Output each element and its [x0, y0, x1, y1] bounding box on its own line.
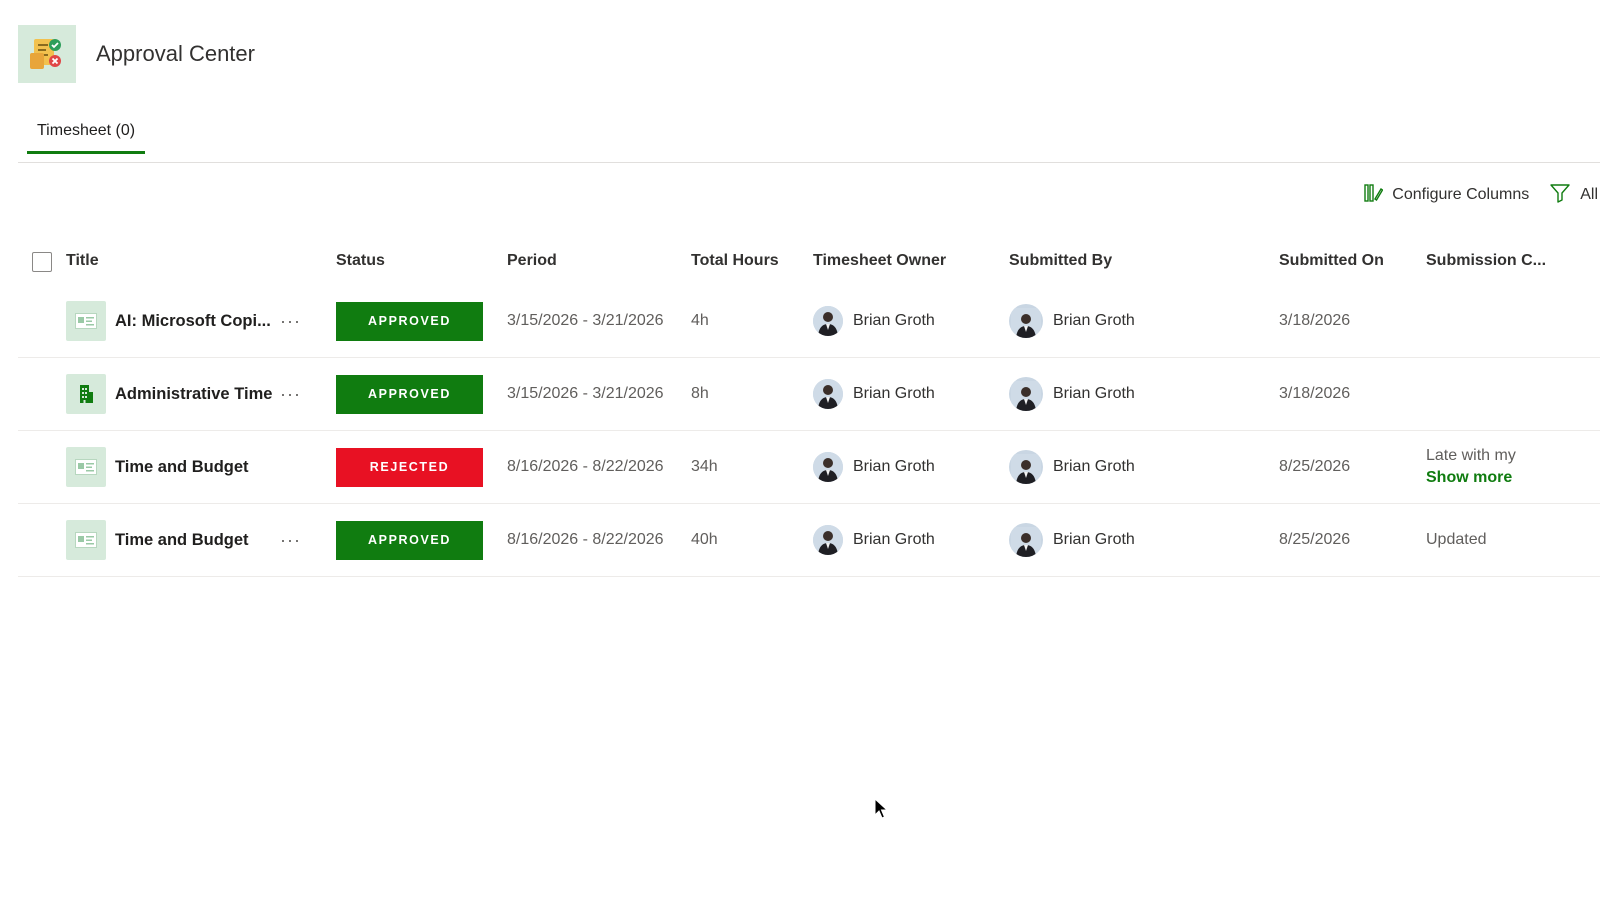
status-cell: APPROVED	[336, 358, 483, 430]
tab-divider	[18, 162, 1600, 163]
timesheet-grid: Title Status Period Total Hours Timeshee…	[18, 240, 1600, 577]
avatar	[813, 379, 843, 409]
total-hours-cell: 4h	[691, 312, 709, 329]
submitter-name: Brian Groth	[1053, 385, 1135, 402]
submitted-on-cell: 3/18/2026	[1279, 385, 1351, 402]
owner-name: Brian Groth	[853, 531, 935, 548]
column-header-submitted-on[interactable]: Submitted On	[1279, 252, 1384, 270]
table-row[interactable]: Time and Budget ··· APPROVED 8/16/2026 -…	[18, 504, 1600, 577]
submission-comment: Updated	[1426, 531, 1487, 548]
status-badge: REJECTED	[336, 447, 483, 487]
title-cell[interactable]: AI: Microsoft Copi...	[66, 285, 271, 357]
submitted-by-cell: Brian Groth	[1009, 358, 1135, 430]
row-title[interactable]: Time and Budget	[115, 458, 249, 477]
avatar	[1009, 523, 1043, 557]
timesheet-doc-icon	[66, 301, 106, 341]
submission-comment-cell: Updated	[1426, 504, 1487, 576]
status-badge: APPROVED	[336, 520, 483, 560]
timesheet-owner-cell: Brian Groth	[813, 504, 935, 576]
total-hours-cell: 34h	[691, 458, 718, 475]
status-badge: APPROVED	[336, 374, 483, 414]
period-cell: 8/16/2026 - 8/22/2026	[507, 531, 664, 548]
column-header-status[interactable]: Status	[336, 252, 385, 270]
tab-bar: Timesheet (0)	[27, 112, 146, 154]
owner-name: Brian Groth	[853, 385, 935, 402]
more-options-button[interactable]: ···	[280, 358, 301, 430]
avatar	[813, 306, 843, 336]
column-header-submitted-by[interactable]: Submitted By	[1009, 252, 1112, 270]
submission-comment-cell: Late with my Show more	[1426, 431, 1516, 503]
table-row[interactable]: Administrative Time ··· APPROVED 3/15/20…	[18, 358, 1600, 431]
more-options-button[interactable]: ···	[280, 285, 301, 357]
owner-name: Brian Groth	[853, 458, 935, 475]
period-cell: 3/15/2026 - 3/21/2026	[507, 385, 664, 402]
status-cell: APPROVED	[336, 504, 483, 576]
page-title: Approval Center	[96, 41, 255, 66]
column-header-period[interactable]: Period	[507, 252, 557, 270]
title-cell[interactable]: Time and Budget	[66, 504, 249, 576]
submitter-name: Brian Groth	[1053, 531, 1135, 548]
title-cell[interactable]: Administrative Time	[66, 358, 272, 430]
mouse-cursor	[874, 797, 889, 825]
total-hours-cell: 8h	[691, 385, 709, 402]
avatar	[813, 452, 843, 482]
avatar	[1009, 304, 1043, 338]
select-all-checkbox[interactable]	[32, 252, 52, 272]
status-cell: APPROVED	[336, 285, 483, 357]
more-options-button[interactable]: ···	[280, 504, 301, 576]
submitter-name: Brian Groth	[1053, 458, 1135, 475]
row-title[interactable]: Time and Budget	[115, 531, 249, 550]
show-more-link[interactable]: Show more	[1426, 469, 1512, 487]
building-icon	[66, 374, 106, 414]
grid-header: Title Status Period Total Hours Timeshee…	[18, 240, 1600, 284]
row-title[interactable]: Administrative Time	[115, 385, 272, 404]
period-cell: 3/15/2026 - 3/21/2026	[507, 312, 664, 329]
approval-center-icon	[18, 25, 76, 83]
submitted-by-cell: Brian Groth	[1009, 431, 1135, 503]
submitted-by-cell: Brian Groth	[1009, 285, 1135, 357]
total-hours-cell: 40h	[691, 531, 718, 548]
configure-columns-icon	[1363, 183, 1392, 208]
submitted-by-cell: Brian Groth	[1009, 504, 1135, 576]
command-bar: Configure Columns All	[1363, 182, 1600, 208]
configure-columns-button[interactable]: Configure Columns	[1363, 183, 1529, 208]
app-header: Approval Center	[18, 25, 255, 83]
grid-body: AI: Microsoft Copi... ··· APPROVED 3/15/…	[18, 285, 1600, 577]
submitted-on-cell: 8/25/2026	[1279, 458, 1351, 475]
column-header-total-hours[interactable]: Total Hours	[691, 252, 779, 270]
status-badge: APPROVED	[336, 301, 483, 341]
configure-columns-label: Configure Columns	[1392, 186, 1530, 203]
column-header-title[interactable]: Title	[66, 252, 99, 270]
submitted-on-cell: 8/25/2026	[1279, 531, 1351, 548]
timesheet-doc-icon	[66, 520, 106, 560]
column-header-submission-comment[interactable]: Submission C...	[1426, 252, 1546, 270]
submission-comment: Late with my	[1426, 447, 1516, 464]
submitter-name: Brian Groth	[1053, 312, 1135, 329]
timesheet-owner-cell: Brian Groth	[813, 285, 935, 357]
table-row[interactable]: AI: Microsoft Copi... ··· APPROVED 3/15/…	[18, 285, 1600, 358]
row-title[interactable]: AI: Microsoft Copi...	[115, 312, 271, 331]
table-row[interactable]: Time and Budget REJECTED 8/16/2026 - 8/2…	[18, 431, 1600, 504]
timesheet-doc-icon	[66, 447, 106, 487]
column-header-timesheet-owner[interactable]: Timesheet Owner	[813, 252, 946, 270]
period-cell: 8/16/2026 - 8/22/2026	[507, 458, 664, 475]
filter-label: All	[1580, 186, 1598, 203]
filter-icon	[1549, 183, 1580, 208]
title-cell[interactable]: Time and Budget	[66, 431, 249, 503]
avatar	[813, 525, 843, 555]
avatar	[1009, 377, 1043, 411]
tab-timesheet[interactable]: Timesheet (0)	[27, 112, 146, 154]
timesheet-owner-cell: Brian Groth	[813, 358, 935, 430]
avatar	[1009, 450, 1043, 484]
owner-name: Brian Groth	[853, 312, 935, 329]
timesheet-owner-cell: Brian Groth	[813, 431, 935, 503]
filter-button[interactable]: All	[1549, 183, 1600, 208]
submitted-on-cell: 3/18/2026	[1279, 312, 1351, 329]
status-cell: REJECTED	[336, 431, 483, 503]
